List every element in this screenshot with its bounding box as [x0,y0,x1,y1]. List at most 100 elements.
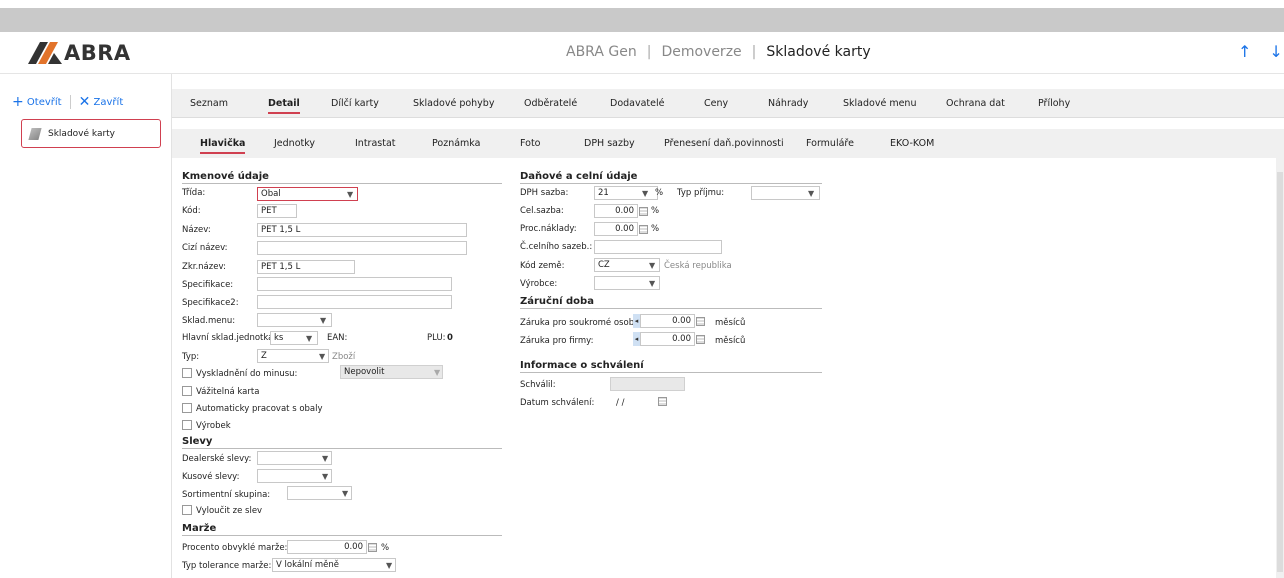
zaruka-soukrome-field[interactable]: 0.00 [640,314,695,328]
schvalil-label: Schválil: [520,380,556,390]
open-tab-skladove-karty[interactable]: Skladové karty [21,119,161,148]
procento-marze-label: Procento obvyklé marže: [182,543,288,553]
section-kmenove-udaje: Kmenové údaje [182,171,269,182]
open-button[interactable]: + Otevřít [12,94,62,110]
tab-dilci-karty[interactable]: Dílčí karty [331,98,379,109]
subtab-preneseni[interactable]: Přenesení daň.povinnosti [664,138,784,149]
tab-ceny[interactable]: Ceny [704,98,728,109]
crumb-app[interactable]: ABRA Gen [566,44,637,60]
vyrobek-checkbox[interactable] [182,420,192,430]
subtab-poznamka[interactable]: Poznámka [432,138,480,149]
section-divider [520,308,822,309]
trida-select[interactable]: Obal [257,187,358,201]
section-marze: Marže [182,523,217,534]
spin-left-icon[interactable]: ◂ [633,314,640,328]
arrow-down-icon[interactable]: ↓ [1269,42,1282,61]
vyloucit-checkbox[interactable] [182,505,192,515]
dph-select[interactable]: 21 [594,186,658,200]
tolerance-select[interactable]: V lokální měně [272,558,396,572]
tab-seznam[interactable]: Seznam [190,98,228,109]
tab-detail[interactable]: Detail [268,98,300,114]
tab-ochrana-dat[interactable]: Ochrana dat [946,98,1005,109]
cel-sazba-field[interactable]: 0.00 [594,204,638,218]
specifikace-field[interactable] [257,277,452,291]
close-label: Zavřít [93,97,124,108]
procento-marze-field[interactable]: 0.00 [287,540,367,554]
specifikace2-field[interactable] [257,295,452,309]
zkr-nazev-field[interactable]: PET 1,5 L [257,260,355,274]
kod-zeme-label: Kód země: [520,261,565,271]
chevron-down-icon[interactable]: ▼ [342,489,348,498]
crumb-company[interactable]: Demoverze [661,44,741,60]
vazitelna-checkbox[interactable] [182,386,192,396]
hlavni-jednotka-label: Hlavní sklad.jednotka: [182,333,277,343]
zaruka-soukrome-label: Záruka pro soukromé osoby: [520,318,642,328]
chevron-down-icon[interactable]: ▼ [322,472,328,481]
calculator-icon[interactable] [639,207,648,216]
trida-value: Obal [261,189,281,199]
arrow-up-icon[interactable]: ↑ [1238,42,1251,61]
typ-prijmu-label: Typ příjmu: [677,188,725,198]
abra-logo: ABRA [28,40,131,66]
subtab-jednotky[interactable]: Jednotky [274,138,315,149]
chevron-down-icon[interactable]: ▼ [649,261,655,270]
calculator-icon[interactable] [696,335,705,344]
chevron-down-icon[interactable]: ▼ [322,454,328,463]
crumb-sep: | [646,44,652,60]
chevron-down-icon[interactable]: ▼ [306,334,312,343]
cel-sazba-label: Cel.sazba: [520,206,564,216]
kusove-slevy-select[interactable] [257,469,332,483]
subtab-formulare[interactable]: Formuláře [806,138,854,149]
subtab-foto[interactable]: Foto [520,138,540,149]
dealerske-slevy-select[interactable] [257,451,332,465]
scrollbar-thumb[interactable] [1277,172,1283,572]
section-divider [182,535,502,536]
chevron-down-icon[interactable]: ▼ [319,352,325,361]
vyskladneni-select[interactable]: Nepovolit [340,365,443,379]
kod-field[interactable]: PET [257,204,297,218]
chevron-down-icon[interactable]: ▼ [347,190,353,199]
vyrobce-label: Výrobce: [520,279,558,289]
subtab-hlavicka[interactable]: Hlavička [200,138,246,154]
chevron-down-icon[interactable]: ▼ [808,189,814,198]
tab-odberatele[interactable]: Odběratelé [524,98,577,109]
tab-dodavatele[interactable]: Dodavatelé [610,98,664,109]
auto-obaly-checkbox[interactable] [182,403,192,413]
close-button[interactable]: ✕ Zavřít [79,94,124,110]
percent-sign: % [655,188,664,198]
calculator-icon[interactable] [696,317,705,326]
nazev-value: PET 1,5 L [261,225,301,235]
schvalil-field[interactable] [610,377,685,391]
chevron-down-icon[interactable]: ▼ [320,316,326,325]
proc-naklady-field[interactable]: 0.00 [594,222,638,236]
subtab-eko-kom[interactable]: EKO-KOM [890,138,934,149]
tab-skladove-menu[interactable]: Skladové menu [843,98,916,109]
celni-sazebnik-field[interactable] [594,240,722,254]
section-divider [182,448,502,449]
vyskladneni-checkbox[interactable] [182,368,192,378]
percent-sign: % [381,543,390,553]
calculator-icon[interactable] [639,225,648,234]
spin-left-icon[interactable]: ◂ [633,332,640,346]
dph-label: DPH sazba: [520,188,569,198]
tolerance-value: V lokální měně [276,560,339,570]
calculator-icon[interactable] [368,543,377,552]
detail-form: Kmenové údaje Třída: Obal ▼ Kód: PET Náz… [172,158,1284,578]
cizi-nazev-field[interactable] [257,241,467,255]
tab-prilohy[interactable]: Přílohy [1038,98,1070,109]
chevron-down-icon[interactable]: ▼ [434,368,440,377]
plu-value: 0 [447,333,453,343]
subtab-intrastat[interactable]: Intrastat [355,138,396,149]
subtab-dph-sazby[interactable]: DPH sazby [584,138,635,149]
tab-nahrady[interactable]: Náhrady [768,98,808,109]
chevron-down-icon[interactable]: ▼ [386,561,392,570]
plus-icon: + [12,94,24,110]
tab-skladove-pohyby[interactable]: Skladové pohyby [413,98,494,109]
logo-text: ABRA [64,41,131,65]
zaruka-firmy-field[interactable]: 0.00 [640,332,695,346]
plu-label: PLU: [427,333,446,343]
nazev-field[interactable]: PET 1,5 L [257,223,467,237]
chevron-down-icon[interactable]: ▼ [642,189,648,198]
calendar-icon[interactable] [658,397,667,406]
chevron-down-icon[interactable]: ▼ [649,279,655,288]
